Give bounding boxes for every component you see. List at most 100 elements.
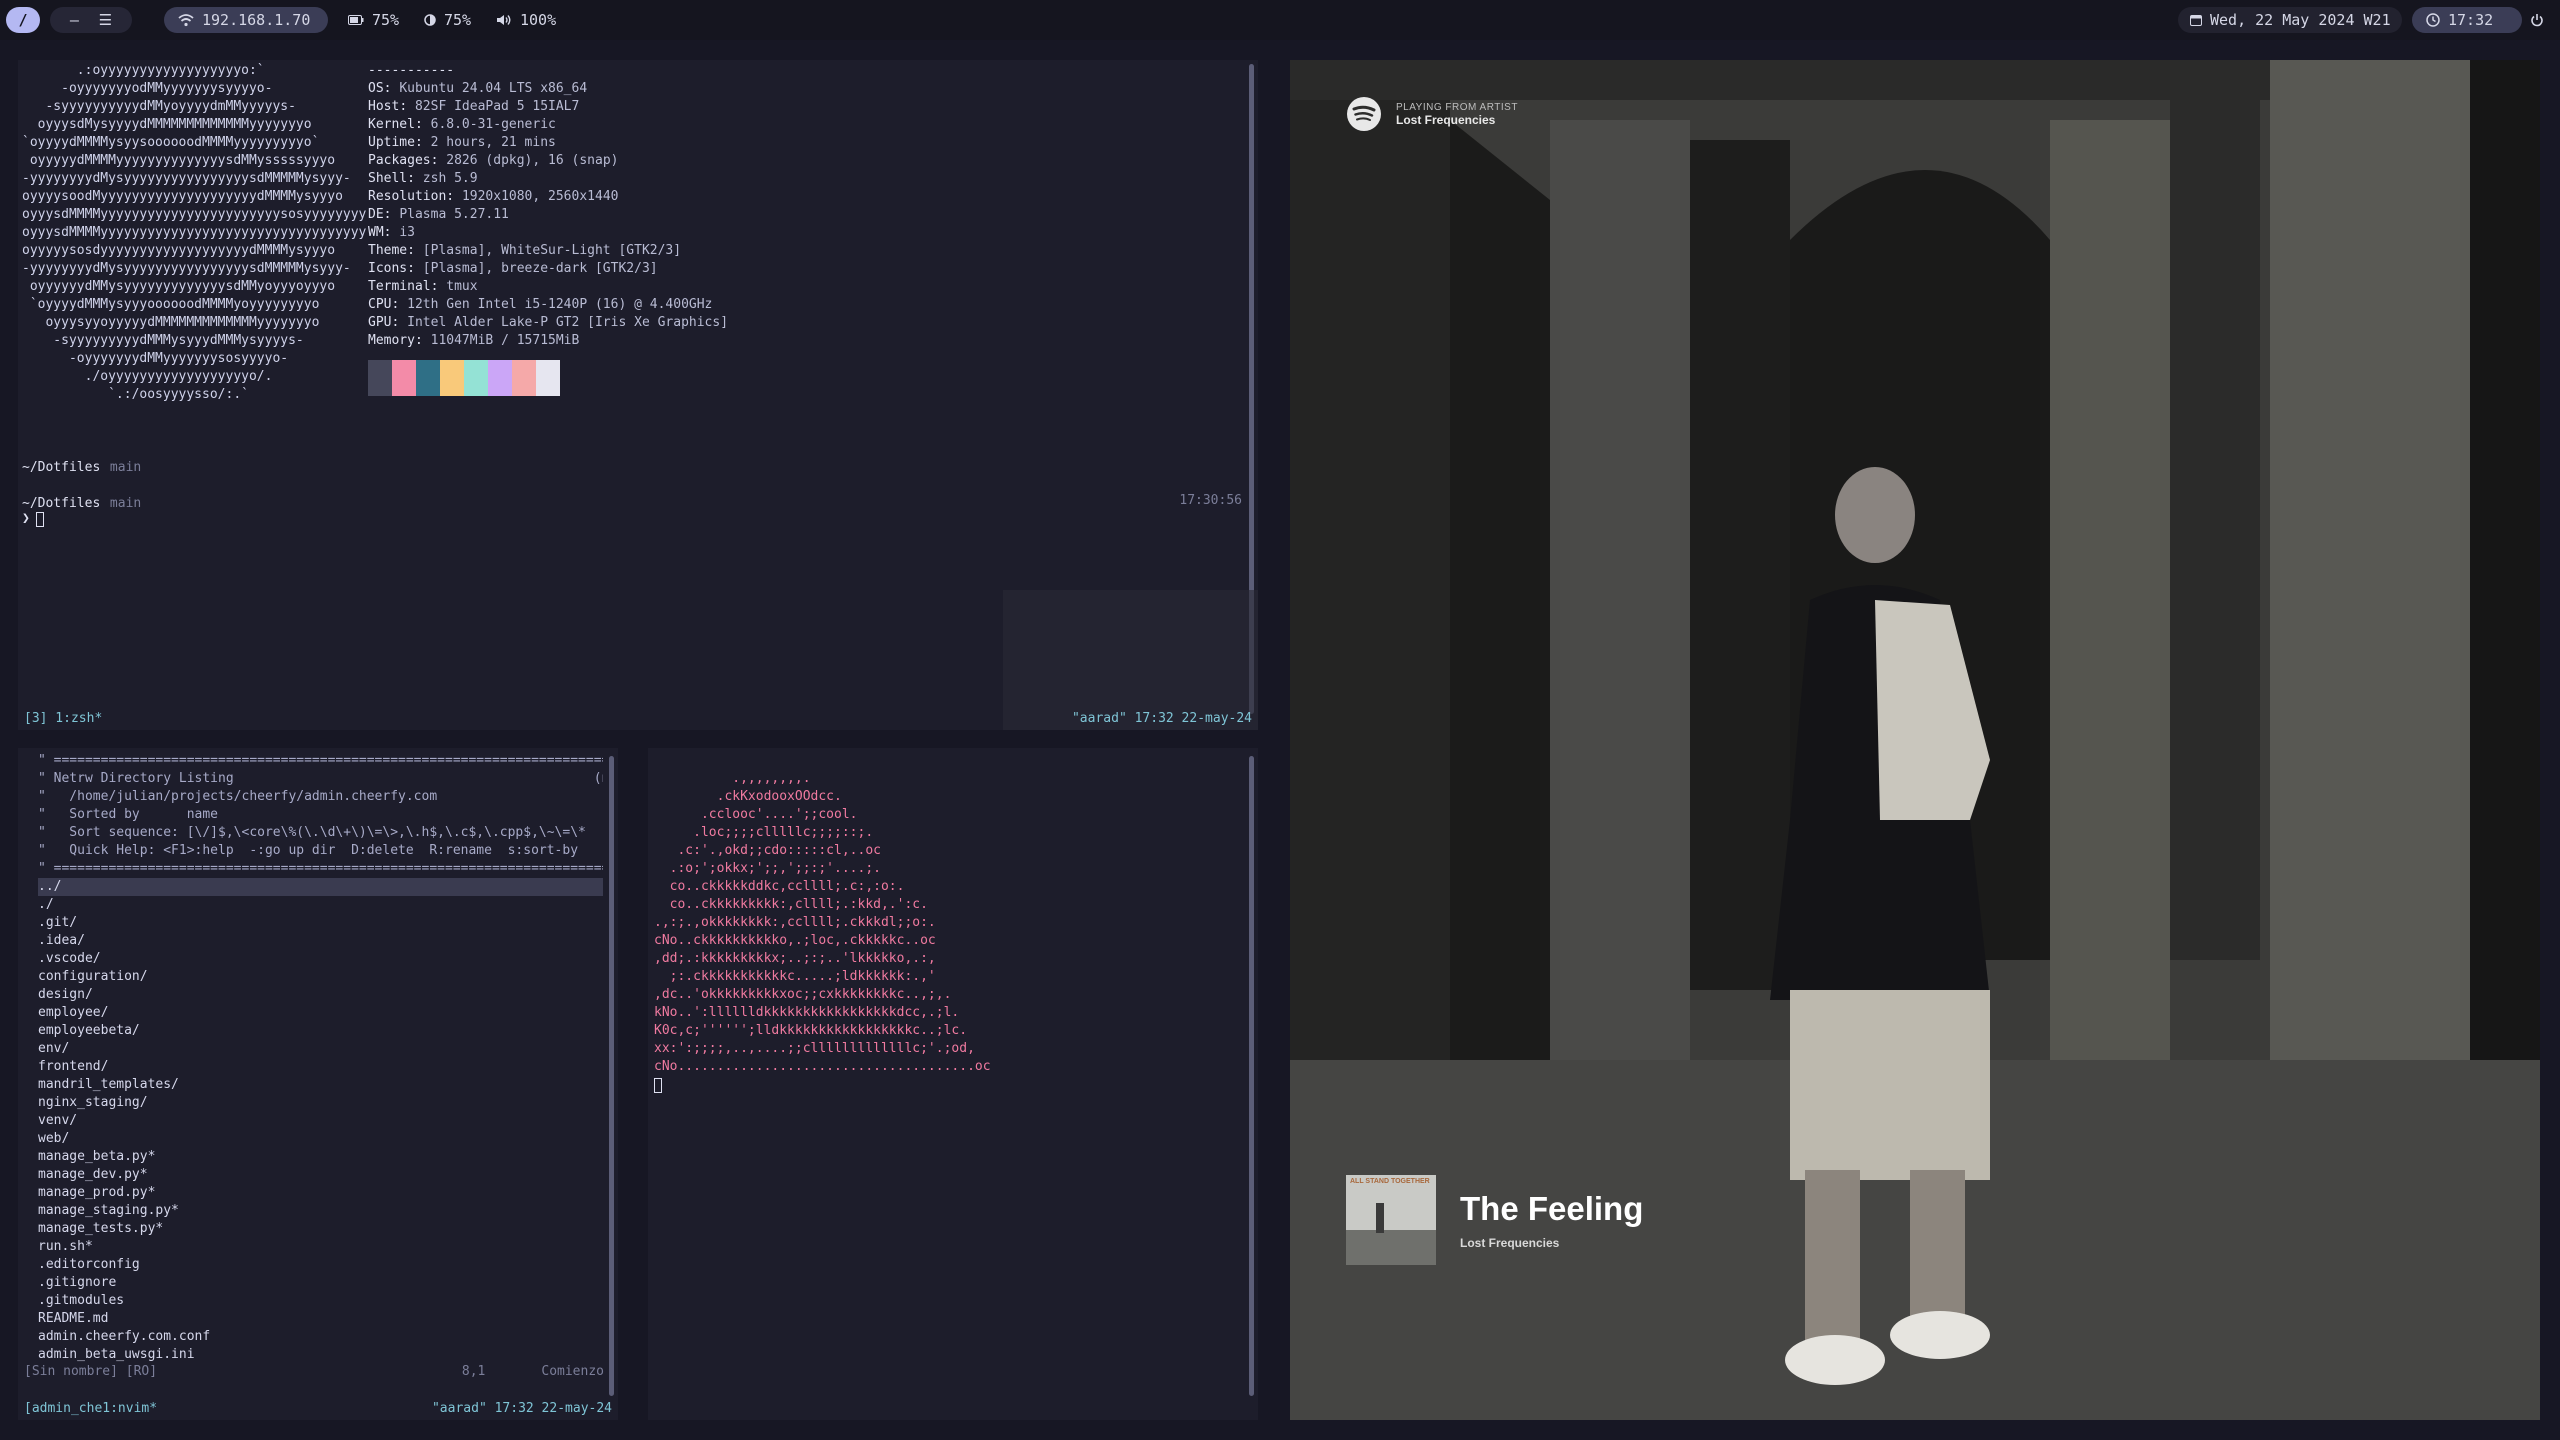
- ascii-line: `oyyyydMMMysyyyoooooodMMMMyoyyyyyyyyo: [22, 297, 320, 312]
- file-entry[interactable]: README.md: [38, 1310, 603, 1328]
- netrw-header-line: " /home/julian/projects/cheerfy/admin.ch…: [38, 789, 438, 804]
- file-entry[interactable]: mandril_templates/: [38, 1076, 603, 1094]
- file-entry[interactable]: manage_beta.py*: [38, 1148, 603, 1166]
- file-entry[interactable]: env/: [38, 1040, 603, 1058]
- file-entry[interactable]: ./: [38, 896, 603, 914]
- prompt-branch: main: [109, 460, 142, 475]
- source-name[interactable]: Lost Frequencies: [1396, 113, 1518, 127]
- info-value: 2826 (dpkg), 16 (snap): [446, 153, 619, 168]
- ip-address: 192.168.1.70: [202, 11, 311, 29]
- info-row: Icons: [Plasma], breeze-dark [GTK2/3]: [368, 261, 658, 276]
- file-entry[interactable]: employeebeta/: [38, 1022, 603, 1040]
- distro-ascii-logo: .:oyyyyyyyyyyyyyyyyyyo:` -oyyyyyyyodMMyy…: [22, 62, 366, 404]
- file-entry[interactable]: frontend/: [38, 1058, 603, 1076]
- ascii-art-line: cNo..ckkkkkkkkkko,.;loc,.ckkkkkc..oc: [654, 933, 936, 948]
- info-key: Shell: [368, 171, 408, 186]
- ascii-line: oyyyyysosdyyyyyyyyyyyyyyyyyyydMMMMysyyyo: [22, 243, 336, 258]
- info-value: 12th Gen Intel i5-1240P (16) @ 4.400GHz: [407, 297, 713, 312]
- clock-widget[interactable]: 17:32: [2412, 7, 2522, 33]
- file-entry[interactable]: employee/: [38, 1004, 603, 1022]
- info-row: WM: i3: [368, 225, 415, 240]
- system-info: ----------- OS: Kubuntu 24.04 LTS x86_64…: [368, 62, 728, 396]
- file-entry[interactable]: admin.cheerfy.com.conf: [38, 1328, 603, 1346]
- text-cursor: [35, 511, 44, 527]
- buffer-name: [Sin nombre] [RO]: [24, 1364, 158, 1379]
- file-entry[interactable]: manage_prod.py*: [38, 1184, 603, 1202]
- info-value: [Plasma], WhiteSur-Light [GTK2/3]: [422, 243, 682, 258]
- file-list[interactable]: .././.git/.idea/.vscode/configuration/de…: [38, 878, 603, 1364]
- command-line[interactable]: ❯: [22, 510, 44, 528]
- file-entry[interactable]: nginx_staging/: [38, 1094, 603, 1112]
- power-button[interactable]: [2530, 7, 2544, 33]
- info-row: Terminal: tmux: [368, 279, 478, 294]
- scrollbar[interactable]: [609, 756, 614, 1396]
- file-entry[interactable]: manage_dev.py*: [38, 1166, 603, 1184]
- album-cover[interactable]: ALL STAND TOGETHER: [1346, 1175, 1436, 1265]
- file-entry[interactable]: manage_staging.py*: [38, 1202, 603, 1220]
- scrollbar[interactable]: [1249, 756, 1254, 1396]
- track-title[interactable]: The Feeling: [1460, 1190, 1643, 1228]
- info-row: Theme: [Plasma], WhiteSur-Light [GTK2/3]: [368, 243, 682, 258]
- ascii-art-line: ,dc..'okkkkkkkkkxoc;;cxkkkkkkkkc..,;,.: [654, 987, 952, 1002]
- ascii-art-line: kNo..':lllllldkkkkkkkkkkkkkkkkkdcc,.;l.: [654, 1005, 960, 1020]
- info-row: Shell: zsh 5.9: [368, 171, 478, 186]
- file-entry[interactable]: web/: [38, 1130, 603, 1148]
- file-entry[interactable]: .gitignore: [38, 1274, 603, 1292]
- track-info: ALL STAND TOGETHER The Feeling Lost Freq…: [1346, 1175, 1643, 1265]
- tmux-window-list[interactable]: [admin_che1:nvim*: [24, 1398, 157, 1420]
- file-entry[interactable]: ../: [38, 878, 603, 896]
- terminal-ascii-art[interactable]: .,,,,,,,,. .ckKxodooxOOdcc. .cclooc'....…: [648, 748, 1258, 1420]
- netrw-header: " ======================================…: [38, 752, 603, 878]
- track-artist[interactable]: Lost Frequencies: [1460, 1236, 1643, 1250]
- file-entry[interactable]: configuration/: [38, 968, 603, 986]
- now-playing-panel[interactable]: PLAYING FROM ARTIST Lost Frequencies ALL…: [1290, 60, 2540, 1420]
- palette-swatch: [416, 360, 440, 396]
- tmux-status-bar: [3] 1:zsh* "aarad" 17:32 22-may-24: [18, 708, 1258, 730]
- info-key: OS: [368, 81, 384, 96]
- file-entry[interactable]: .vscode/: [38, 950, 603, 968]
- date-widget[interactable]: Wed, 22 May 2024 W21: [2178, 7, 2402, 33]
- file-entry[interactable]: .git/: [38, 914, 603, 932]
- workspace-1[interactable]: —: [70, 11, 79, 29]
- volume-indicator[interactable]: 100%: [496, 7, 556, 33]
- file-entry[interactable]: run.sh*: [38, 1238, 603, 1256]
- file-entry[interactable]: manage_tests.py*: [38, 1220, 603, 1238]
- workspace-switcher[interactable]: — ☰: [50, 7, 132, 33]
- nvim-netrw-pane[interactable]: " ======================================…: [18, 748, 618, 1420]
- info-value: Kubuntu 24.04 LTS x86_64: [399, 81, 588, 96]
- ascii-line: oyyysdMMMMyyyyyyyyyyyyyyyyyyyyyyysosyyyy…: [22, 207, 367, 222]
- ascii-art-line: ,dd;.:kkkkkkkkkx;..;:;..'lkkkkko,.:,: [654, 951, 936, 966]
- scroll-position: Comienzo: [541, 1364, 604, 1379]
- brightness-icon: [424, 14, 436, 26]
- netrw-header-line: " ======================================…: [38, 861, 603, 876]
- network-indicator[interactable]: 192.168.1.70: [164, 7, 328, 33]
- file-entry[interactable]: .editorconfig: [38, 1256, 603, 1274]
- info-value: tmux: [446, 279, 478, 294]
- ascii-art-line: K0c,c;'''''';lldkkkkkkkkkkkkkkkkkc..;lc.: [654, 1023, 968, 1038]
- info-row: Packages: 2826 (dpkg), 16 (snap): [368, 153, 619, 168]
- file-entry[interactable]: admin_beta_uwsgi.ini: [38, 1346, 603, 1364]
- brightness-indicator[interactable]: 75%: [424, 7, 471, 33]
- file-entry[interactable]: design/: [38, 986, 603, 1004]
- info-value: 6.8.0-31-generic: [430, 117, 556, 132]
- spotify-icon[interactable]: [1346, 96, 1382, 132]
- info-value: Intel Alder Lake-P GT2 [Iris Xe Graphics…: [407, 315, 729, 330]
- file-entry[interactable]: .gitmodules: [38, 1292, 603, 1310]
- ascii-art: .,,,,,,,,. .ckKxodooxOOdcc. .cclooc'....…: [654, 770, 991, 1076]
- date-text: Wed, 22 May 2024 W21: [2210, 11, 2391, 29]
- launcher-button[interactable]: /: [6, 7, 40, 33]
- launcher-label: /: [18, 11, 28, 29]
- terminal-neofetch[interactable]: .:oyyyyyyyyyyyyyyyyyyo:` -oyyyyyyyodMMyy…: [18, 60, 1258, 730]
- battery-indicator[interactable]: 75%: [348, 7, 399, 33]
- power-icon: [2531, 14, 2543, 27]
- info-value: Plasma 5.27.11: [399, 207, 509, 222]
- file-entry[interactable]: venv/: [38, 1112, 603, 1130]
- tmux-window-list[interactable]: [3] 1:zsh*: [24, 708, 102, 730]
- info-separator: -----------: [368, 63, 455, 78]
- info-row: DE: Plasma 5.27.11: [368, 207, 509, 222]
- workspace-2[interactable]: ☰: [99, 11, 112, 29]
- file-entry[interactable]: .idea/: [38, 932, 603, 950]
- ascii-art-line: ;:.ckkkkkkkkkkkc.....;ldkkkkkk:.,': [654, 969, 936, 984]
- source-label: PLAYING FROM ARTIST: [1396, 101, 1518, 113]
- ascii-art-line: xx:':;;;;,..,....;;clllllllllllllc;'.;od…: [654, 1041, 975, 1056]
